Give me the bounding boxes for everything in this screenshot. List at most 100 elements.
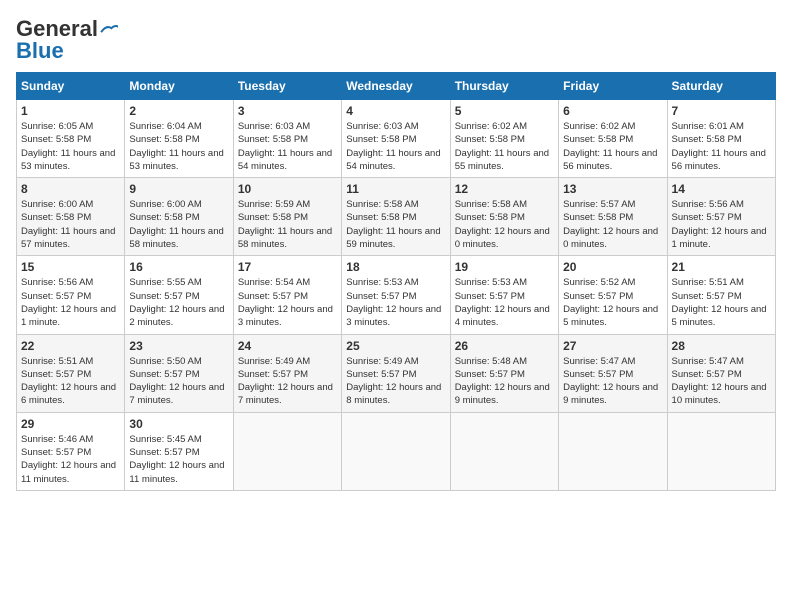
calendar-cell bbox=[233, 412, 341, 490]
day-number: 15 bbox=[21, 260, 120, 274]
calendar-table: SundayMondayTuesdayWednesdayThursdayFrid… bbox=[16, 72, 776, 491]
day-info: Sunrise: 5:59 AMSunset: 5:58 PMDaylight:… bbox=[238, 199, 332, 250]
day-info: Sunrise: 6:01 AMSunset: 5:58 PMDaylight:… bbox=[672, 121, 766, 172]
day-number: 3 bbox=[238, 104, 337, 118]
day-info: Sunrise: 6:05 AMSunset: 5:58 PMDaylight:… bbox=[21, 121, 115, 172]
calendar-cell: 23 Sunrise: 5:50 AMSunset: 5:57 PMDaylig… bbox=[125, 334, 233, 412]
logo: General Blue bbox=[16, 16, 118, 64]
weekday-header-thursday: Thursday bbox=[450, 73, 558, 100]
calendar-cell: 27 Sunrise: 5:47 AMSunset: 5:57 PMDaylig… bbox=[559, 334, 667, 412]
day-info: Sunrise: 5:50 AMSunset: 5:57 PMDaylight:… bbox=[129, 356, 224, 407]
day-number: 4 bbox=[346, 104, 445, 118]
day-number: 30 bbox=[129, 417, 228, 431]
calendar-cell: 5 Sunrise: 6:02 AMSunset: 5:58 PMDayligh… bbox=[450, 100, 558, 178]
day-info: Sunrise: 5:47 AMSunset: 5:57 PMDaylight:… bbox=[563, 356, 658, 407]
day-info: Sunrise: 5:45 AMSunset: 5:57 PMDaylight:… bbox=[129, 434, 224, 485]
calendar-week-3: 15 Sunrise: 5:56 AMSunset: 5:57 PMDaylig… bbox=[17, 256, 776, 334]
calendar-cell: 28 Sunrise: 5:47 AMSunset: 5:57 PMDaylig… bbox=[667, 334, 775, 412]
calendar-cell: 19 Sunrise: 5:53 AMSunset: 5:57 PMDaylig… bbox=[450, 256, 558, 334]
day-number: 12 bbox=[455, 182, 554, 196]
day-number: 17 bbox=[238, 260, 337, 274]
day-info: Sunrise: 5:47 AMSunset: 5:57 PMDaylight:… bbox=[672, 356, 767, 407]
calendar-cell: 13 Sunrise: 5:57 AMSunset: 5:58 PMDaylig… bbox=[559, 178, 667, 256]
calendar-cell: 21 Sunrise: 5:51 AMSunset: 5:57 PMDaylig… bbox=[667, 256, 775, 334]
day-number: 16 bbox=[129, 260, 228, 274]
day-number: 22 bbox=[21, 339, 120, 353]
day-info: Sunrise: 5:56 AMSunset: 5:57 PMDaylight:… bbox=[672, 199, 767, 250]
day-number: 10 bbox=[238, 182, 337, 196]
logo-blue: Blue bbox=[16, 38, 64, 64]
day-info: Sunrise: 6:03 AMSunset: 5:58 PMDaylight:… bbox=[238, 121, 332, 172]
calendar-cell bbox=[667, 412, 775, 490]
day-number: 11 bbox=[346, 182, 445, 196]
day-info: Sunrise: 5:58 AMSunset: 5:58 PMDaylight:… bbox=[455, 199, 550, 250]
day-info: Sunrise: 5:56 AMSunset: 5:57 PMDaylight:… bbox=[21, 277, 116, 328]
day-info: Sunrise: 6:02 AMSunset: 5:58 PMDaylight:… bbox=[455, 121, 549, 172]
day-info: Sunrise: 5:46 AMSunset: 5:57 PMDaylight:… bbox=[21, 434, 116, 485]
day-number: 6 bbox=[563, 104, 662, 118]
calendar-week-2: 8 Sunrise: 6:00 AMSunset: 5:58 PMDayligh… bbox=[17, 178, 776, 256]
calendar-cell: 9 Sunrise: 6:00 AMSunset: 5:58 PMDayligh… bbox=[125, 178, 233, 256]
day-info: Sunrise: 6:00 AMSunset: 5:58 PMDaylight:… bbox=[21, 199, 115, 250]
day-info: Sunrise: 5:49 AMSunset: 5:57 PMDaylight:… bbox=[346, 356, 441, 407]
weekday-header-wednesday: Wednesday bbox=[342, 73, 450, 100]
calendar-cell bbox=[559, 412, 667, 490]
weekday-header-saturday: Saturday bbox=[667, 73, 775, 100]
day-number: 8 bbox=[21, 182, 120, 196]
day-info: Sunrise: 6:03 AMSunset: 5:58 PMDaylight:… bbox=[346, 121, 440, 172]
calendar-cell: 16 Sunrise: 5:55 AMSunset: 5:57 PMDaylig… bbox=[125, 256, 233, 334]
day-number: 7 bbox=[672, 104, 771, 118]
day-info: Sunrise: 6:02 AMSunset: 5:58 PMDaylight:… bbox=[563, 121, 657, 172]
calendar-cell: 10 Sunrise: 5:59 AMSunset: 5:58 PMDaylig… bbox=[233, 178, 341, 256]
calendar-cell: 14 Sunrise: 5:56 AMSunset: 5:57 PMDaylig… bbox=[667, 178, 775, 256]
weekday-header-tuesday: Tuesday bbox=[233, 73, 341, 100]
calendar-cell: 24 Sunrise: 5:49 AMSunset: 5:57 PMDaylig… bbox=[233, 334, 341, 412]
calendar-cell: 15 Sunrise: 5:56 AMSunset: 5:57 PMDaylig… bbox=[17, 256, 125, 334]
day-number: 13 bbox=[563, 182, 662, 196]
day-info: Sunrise: 5:53 AMSunset: 5:57 PMDaylight:… bbox=[346, 277, 441, 328]
day-info: Sunrise: 5:48 AMSunset: 5:57 PMDaylight:… bbox=[455, 356, 550, 407]
day-number: 24 bbox=[238, 339, 337, 353]
page-header: General Blue bbox=[16, 16, 776, 64]
calendar-cell bbox=[450, 412, 558, 490]
calendar-cell: 22 Sunrise: 5:51 AMSunset: 5:57 PMDaylig… bbox=[17, 334, 125, 412]
day-info: Sunrise: 5:58 AMSunset: 5:58 PMDaylight:… bbox=[346, 199, 440, 250]
calendar-cell: 26 Sunrise: 5:48 AMSunset: 5:57 PMDaylig… bbox=[450, 334, 558, 412]
day-number: 21 bbox=[672, 260, 771, 274]
day-number: 5 bbox=[455, 104, 554, 118]
calendar-cell: 29 Sunrise: 5:46 AMSunset: 5:57 PMDaylig… bbox=[17, 412, 125, 490]
day-info: Sunrise: 5:51 AMSunset: 5:57 PMDaylight:… bbox=[21, 356, 116, 407]
calendar-header-row: SundayMondayTuesdayWednesdayThursdayFrid… bbox=[17, 73, 776, 100]
calendar-cell: 17 Sunrise: 5:54 AMSunset: 5:57 PMDaylig… bbox=[233, 256, 341, 334]
calendar-cell: 1 Sunrise: 6:05 AMSunset: 5:58 PMDayligh… bbox=[17, 100, 125, 178]
day-number: 27 bbox=[563, 339, 662, 353]
day-info: Sunrise: 5:51 AMSunset: 5:57 PMDaylight:… bbox=[672, 277, 767, 328]
weekday-header-monday: Monday bbox=[125, 73, 233, 100]
day-info: Sunrise: 5:53 AMSunset: 5:57 PMDaylight:… bbox=[455, 277, 550, 328]
calendar-cell: 25 Sunrise: 5:49 AMSunset: 5:57 PMDaylig… bbox=[342, 334, 450, 412]
day-number: 26 bbox=[455, 339, 554, 353]
calendar-cell: 8 Sunrise: 6:00 AMSunset: 5:58 PMDayligh… bbox=[17, 178, 125, 256]
day-number: 29 bbox=[21, 417, 120, 431]
calendar-cell: 6 Sunrise: 6:02 AMSunset: 5:58 PMDayligh… bbox=[559, 100, 667, 178]
calendar-cell: 30 Sunrise: 5:45 AMSunset: 5:57 PMDaylig… bbox=[125, 412, 233, 490]
calendar-week-4: 22 Sunrise: 5:51 AMSunset: 5:57 PMDaylig… bbox=[17, 334, 776, 412]
weekday-header-friday: Friday bbox=[559, 73, 667, 100]
calendar-cell: 18 Sunrise: 5:53 AMSunset: 5:57 PMDaylig… bbox=[342, 256, 450, 334]
calendar-week-1: 1 Sunrise: 6:05 AMSunset: 5:58 PMDayligh… bbox=[17, 100, 776, 178]
calendar-cell: 20 Sunrise: 5:52 AMSunset: 5:57 PMDaylig… bbox=[559, 256, 667, 334]
day-number: 25 bbox=[346, 339, 445, 353]
day-info: Sunrise: 5:55 AMSunset: 5:57 PMDaylight:… bbox=[129, 277, 224, 328]
day-number: 2 bbox=[129, 104, 228, 118]
day-number: 9 bbox=[129, 182, 228, 196]
calendar-cell: 2 Sunrise: 6:04 AMSunset: 5:58 PMDayligh… bbox=[125, 100, 233, 178]
day-number: 28 bbox=[672, 339, 771, 353]
day-number: 18 bbox=[346, 260, 445, 274]
calendar-cell bbox=[342, 412, 450, 490]
day-info: Sunrise: 5:54 AMSunset: 5:57 PMDaylight:… bbox=[238, 277, 333, 328]
day-number: 23 bbox=[129, 339, 228, 353]
day-info: Sunrise: 5:49 AMSunset: 5:57 PMDaylight:… bbox=[238, 356, 333, 407]
calendar-week-5: 29 Sunrise: 5:46 AMSunset: 5:57 PMDaylig… bbox=[17, 412, 776, 490]
calendar-cell: 4 Sunrise: 6:03 AMSunset: 5:58 PMDayligh… bbox=[342, 100, 450, 178]
day-number: 1 bbox=[21, 104, 120, 118]
